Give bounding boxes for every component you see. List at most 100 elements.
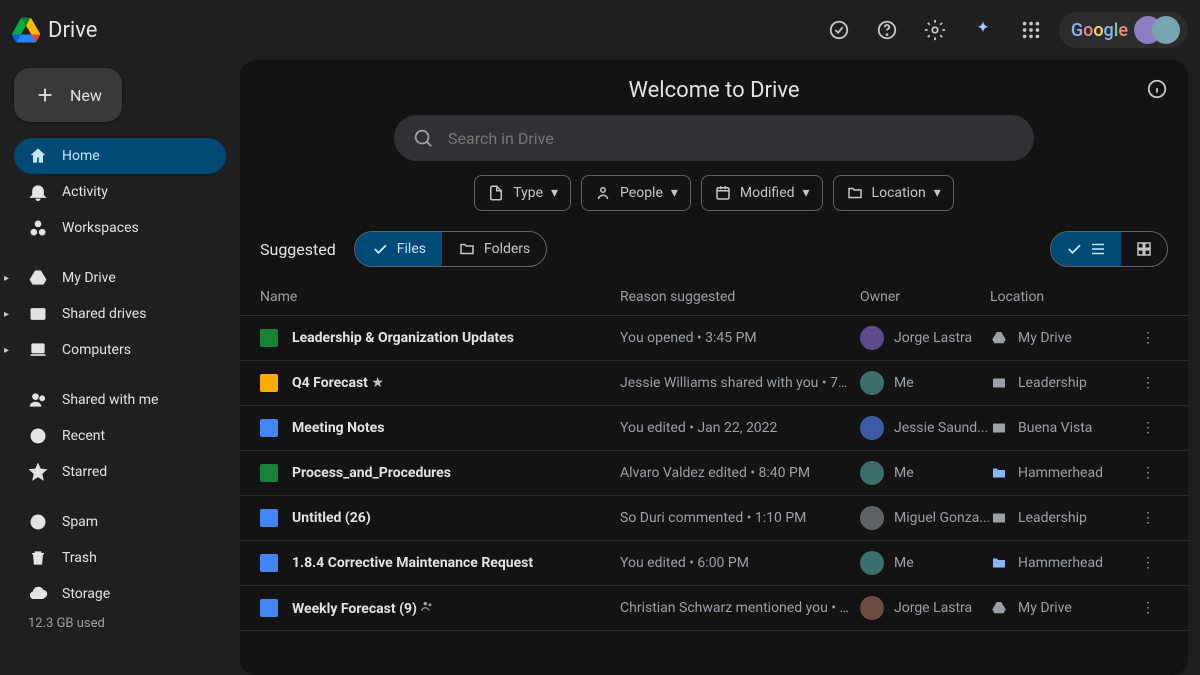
folder-icon: [846, 184, 864, 202]
apps-icon[interactable]: [1011, 10, 1051, 50]
toggle-files[interactable]: Files: [355, 232, 442, 266]
page-title: Welcome to Drive: [628, 78, 799, 103]
file-location[interactable]: Leadership: [990, 374, 1128, 392]
list-view-button[interactable]: [1051, 232, 1121, 266]
folder-icon: [458, 240, 476, 258]
table-row[interactable]: Leadership & Organization Updates You op…: [240, 316, 1188, 361]
col-reason: Reason suggested: [620, 289, 860, 305]
grid-view-button[interactable]: [1121, 232, 1167, 266]
file-name: Leadership & Organization Updates: [292, 330, 514, 346]
file-reason: You edited • Jan 22, 2022: [620, 420, 860, 436]
logo-area[interactable]: Drive: [12, 16, 97, 44]
table-row[interactable]: Weekly Forecast (9) Christian Schwarz me…: [240, 586, 1188, 631]
storage-used: 12.3 GB used: [14, 612, 226, 635]
chevron-down-icon: ▾: [551, 185, 558, 201]
file-location[interactable]: My Drive: [990, 329, 1128, 347]
file-owner: Jorge Lastra: [860, 326, 990, 350]
nav-computers[interactable]: ▸Computers: [14, 332, 226, 368]
more-menu-icon[interactable]: ⋮: [1128, 465, 1168, 481]
bell-icon: [28, 182, 48, 202]
file-owner: Jessie Saund...: [860, 416, 990, 440]
spam-icon: [28, 512, 48, 532]
avatar: [860, 551, 884, 575]
file-name: Process_and_Procedures: [292, 465, 451, 481]
nav-trash[interactable]: Trash: [14, 540, 226, 576]
nav-shared-with-me[interactable]: Shared with me: [14, 382, 226, 418]
check-icon: [1065, 240, 1083, 258]
filter-modified[interactable]: Modified▾: [701, 175, 823, 211]
toggle-folders[interactable]: Folders: [442, 232, 546, 266]
avatar: [860, 461, 884, 485]
help-icon[interactable]: [867, 10, 907, 50]
avatar: [860, 506, 884, 530]
filter-type[interactable]: Type▾: [474, 175, 571, 211]
sheets-icon: [260, 464, 278, 482]
shared-drives-icon: [28, 304, 48, 324]
header-actions: Google: [819, 10, 1188, 50]
search-input[interactable]: [448, 129, 1016, 148]
star-icon: [28, 462, 48, 482]
table-row[interactable]: 1.8.4 Corrective Maintenance Request You…: [240, 541, 1188, 586]
file-reason: You opened • 3:45 PM: [620, 330, 860, 346]
more-menu-icon[interactable]: ⋮: [1128, 555, 1168, 571]
more-menu-icon[interactable]: ⋮: [1128, 510, 1168, 526]
nav-home[interactable]: Home: [14, 138, 226, 174]
gemini-icon[interactable]: [963, 10, 1003, 50]
more-menu-icon[interactable]: ⋮: [1128, 600, 1168, 616]
list-icon: [1089, 240, 1107, 258]
file-location[interactable]: Hammerhead: [990, 464, 1128, 482]
table-row[interactable]: Untitled (26) So Duri commented • 1:10 P…: [240, 496, 1188, 541]
shared-icon: [420, 599, 434, 613]
table-row[interactable]: Q4 Forecast ★ Jessie Williams shared wit…: [240, 361, 1188, 406]
chevron-right-icon[interactable]: ▸: [4, 309, 9, 320]
file-reason: Christian Schwarz mentioned you • 2...: [620, 600, 860, 616]
filter-location[interactable]: Location▾: [833, 175, 954, 211]
file-owner: Me: [860, 371, 990, 395]
info-icon[interactable]: [1146, 78, 1168, 104]
file-name: Weekly Forecast (9): [292, 599, 434, 617]
new-button[interactable]: New: [14, 68, 122, 122]
trash-icon: [28, 548, 48, 568]
file-location[interactable]: My Drive: [990, 599, 1128, 617]
table-row[interactable]: Process_and_Procedures Alvaro Valdez edi…: [240, 451, 1188, 496]
main-panel: Welcome to Drive Type▾ People▾ Modified▾…: [240, 60, 1188, 675]
main: Welcome to Drive Type▾ People▾ Modified▾…: [240, 60, 1200, 675]
nav-my-drive[interactable]: ▸My Drive: [14, 260, 226, 296]
more-menu-icon[interactable]: ⋮: [1128, 420, 1168, 436]
file-owner: Miguel Gonza...: [860, 506, 990, 530]
nav-spam[interactable]: Spam: [14, 504, 226, 540]
account-switcher[interactable]: Google: [1059, 12, 1188, 48]
nav-activity[interactable]: Activity: [14, 174, 226, 210]
new-button-label: New: [70, 86, 102, 105]
chevron-right-icon[interactable]: ▸: [4, 273, 9, 284]
file-name: Untitled (26): [292, 510, 371, 526]
search-bar[interactable]: [394, 115, 1034, 161]
filter-people[interactable]: People▾: [581, 175, 691, 211]
file-owner: Me: [860, 551, 990, 575]
more-menu-icon[interactable]: ⋮: [1128, 330, 1168, 346]
nav-workspaces[interactable]: Workspaces: [14, 210, 226, 246]
table-row[interactable]: Meeting Notes You edited • Jan 22, 2022 …: [240, 406, 1188, 451]
cloud-icon: [28, 584, 48, 604]
file-location[interactable]: Hammerhead: [990, 554, 1128, 572]
clock-icon: [28, 426, 48, 446]
nav-shared-drives[interactable]: ▸Shared drives: [14, 296, 226, 332]
star-icon: ★: [371, 375, 384, 391]
offline-icon[interactable]: [819, 10, 859, 50]
drive-logo-icon: [12, 16, 40, 44]
file-reason: Jessie Williams shared with you • 7:0...: [620, 375, 860, 391]
file-list: Leadership & Organization Updates You op…: [240, 316, 1188, 631]
nav-recent[interactable]: Recent: [14, 418, 226, 454]
suggested-label: Suggested: [260, 240, 336, 259]
files-folders-toggle: Files Folders: [354, 231, 547, 267]
app-header: Drive Google: [0, 0, 1200, 60]
settings-icon[interactable]: [915, 10, 955, 50]
file-location[interactable]: Buena Vista: [990, 419, 1128, 437]
more-menu-icon[interactable]: ⋮: [1128, 375, 1168, 391]
nav-storage[interactable]: Storage: [14, 576, 226, 612]
chevron-right-icon[interactable]: ▸: [4, 345, 9, 356]
app-name: Drive: [48, 18, 97, 43]
file-location[interactable]: Leadership: [990, 509, 1128, 527]
nav-starred[interactable]: Starred: [14, 454, 226, 490]
avatar: [860, 596, 884, 620]
